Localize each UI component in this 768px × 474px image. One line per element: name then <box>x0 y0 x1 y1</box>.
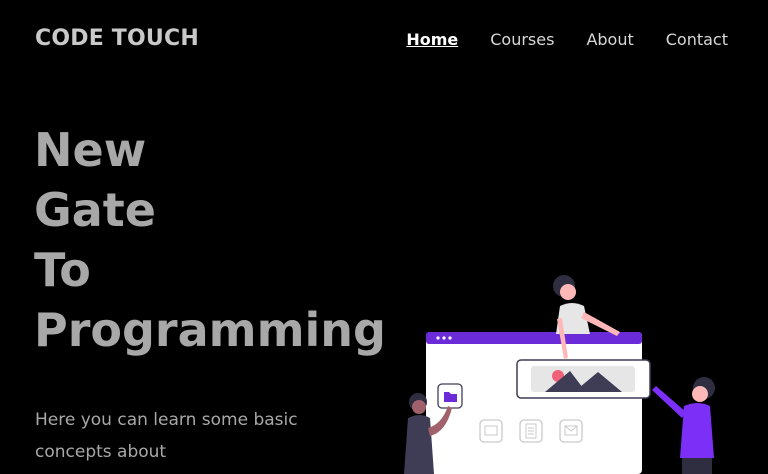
brand-logo[interactable]: CODE TOUCH <box>35 26 199 51</box>
window-dot-icon <box>436 336 440 340</box>
page: CODE TOUCH Home Courses About Contact Ne… <box>0 0 768 474</box>
person-right <box>652 377 715 474</box>
nav-courses[interactable]: Courses <box>490 30 554 49</box>
headline-line-1: New <box>34 123 147 177</box>
hero-headline: New Gate To Programming <box>34 120 386 360</box>
headline-line-4: Programming <box>34 303 386 357</box>
main-nav: Home Courses About Contact <box>406 30 728 49</box>
window-dot-icon <box>448 336 452 340</box>
people-browser-illustration <box>404 275 715 474</box>
hero-description: Here you can learn some basic concepts a… <box>35 410 298 462</box>
nav-contact[interactable]: Contact <box>666 30 728 49</box>
headline-line-3: To <box>34 243 91 297</box>
browser-titlebar <box>426 332 642 344</box>
nav-about[interactable]: About <box>586 30 633 49</box>
nav-home[interactable]: Home <box>406 30 458 49</box>
window-dot-icon <box>442 336 446 340</box>
headline-line-2: Gate <box>34 183 156 237</box>
